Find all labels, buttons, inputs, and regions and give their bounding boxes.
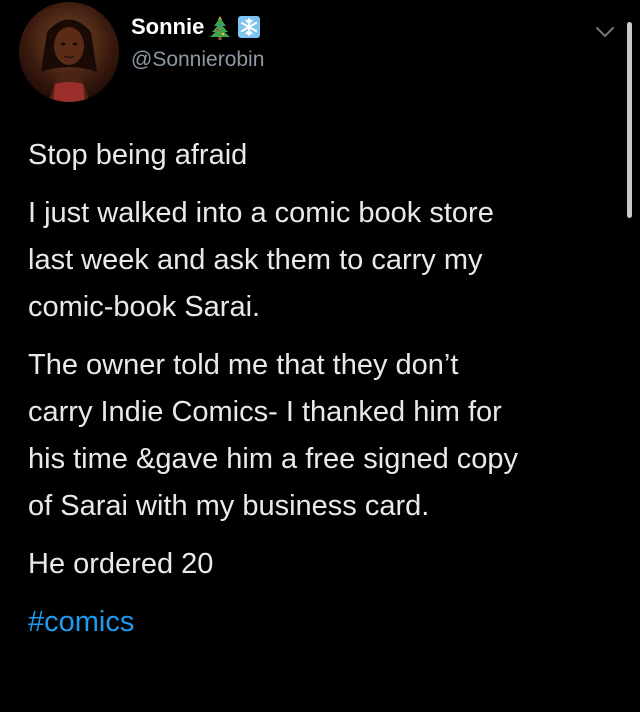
- tweet-line: comic-book Sarai.: [28, 291, 261, 323]
- display-name[interactable]: Sonnie: [131, 14, 262, 40]
- christmas-tree-icon: [207, 14, 233, 40]
- avatar[interactable]: [19, 2, 119, 102]
- tweet-line: I just walked into a comic book store: [28, 197, 494, 229]
- scrollbar[interactable]: [627, 22, 632, 218]
- tweet-paragraph: I just walked into a comic book store la…: [28, 190, 618, 331]
- tweet-paragraph: He ordered 20: [28, 541, 618, 588]
- tweet-line: He ordered 20: [28, 548, 214, 580]
- chevron-down-icon[interactable]: [594, 24, 616, 40]
- hashtag-link[interactable]: #comics: [28, 599, 618, 646]
- tweet-line: of Sarai with my business card.: [28, 490, 430, 522]
- display-name-text: Sonnie: [131, 14, 205, 39]
- tweet-line: last week and ask them to carry my: [28, 244, 483, 276]
- avatar-image: [19, 2, 119, 102]
- tweet-paragraph: Stop being afraid: [28, 132, 618, 179]
- tweet-line: carry Indie Comics- I thanked him for: [28, 396, 502, 428]
- tweet: Sonnie @Sonnierobin Stop being afraid I …: [0, 0, 640, 712]
- tweet-line: his time &gave him a free signed copy: [28, 443, 519, 475]
- user-handle[interactable]: @Sonnierobin: [131, 48, 264, 72]
- tweet-line: Stop being afraid: [28, 139, 248, 171]
- tweet-line: The owner told me that they don’t: [28, 349, 459, 381]
- tweet-paragraph: The owner told me that they don’t carry …: [28, 342, 618, 530]
- snowflake-icon: [236, 14, 262, 40]
- tweet-text: Stop being afraid I just walked into a c…: [28, 132, 618, 646]
